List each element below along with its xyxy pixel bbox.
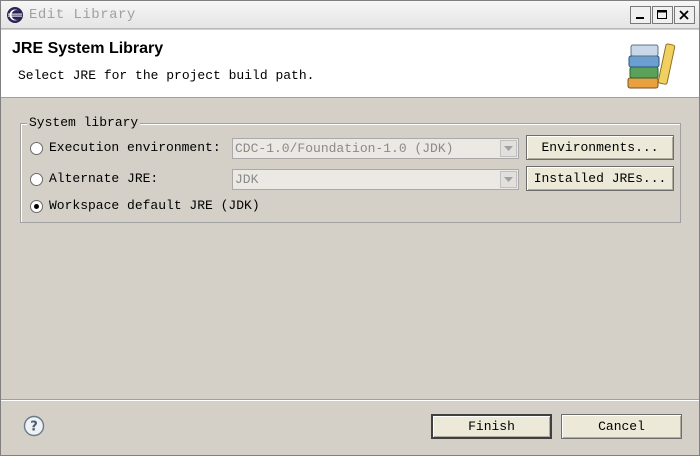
minimize-button[interactable] [630, 6, 651, 24]
workspace-default-label[interactable]: Workspace default JRE (JDK) [49, 198, 260, 213]
execution-environment-radio[interactable] [30, 142, 43, 155]
alternate-jre-select[interactable]: JDK [232, 169, 519, 190]
execution-environment-select[interactable]: CDC-1.0/Foundation-1.0 (JDK) [232, 138, 519, 159]
title-bar[interactable]: Edit Library [1, 1, 699, 29]
dropdown-arrow-icon [500, 171, 517, 188]
dropdown-arrow-icon [500, 140, 517, 157]
maximize-icon [657, 10, 667, 19]
group-legend: System library [27, 115, 141, 130]
cancel-button[interactable]: Cancel [561, 414, 682, 439]
maximize-button[interactable] [652, 6, 673, 24]
eclipse-icon [7, 7, 23, 23]
minimize-icon [636, 17, 644, 19]
window-title: Edit Library [29, 7, 136, 23]
page-title: JRE System Library [12, 40, 164, 57]
alternate-jre-radio[interactable] [30, 173, 43, 186]
header-banner: JRE System Library Select JRE for the pr… [1, 30, 699, 98]
installed-jres-button[interactable]: Installed JREs... [526, 166, 674, 191]
svg-text:?: ? [30, 420, 38, 435]
environments-button[interactable]: Environments... [526, 135, 674, 160]
page-description: Select JRE for the project build path. [18, 68, 315, 83]
close-icon [679, 10, 689, 20]
edit-library-dialog: Edit Library JRE System Library Select J… [0, 0, 700, 456]
help-icon[interactable]: ? [23, 415, 45, 437]
workspace-default-radio[interactable] [30, 200, 43, 213]
close-button[interactable] [674, 6, 695, 24]
alternate-jre-value: JDK [235, 172, 259, 187]
footer-separator [1, 399, 699, 401]
library-books-icon [627, 43, 676, 89]
alternate-jre-label[interactable]: Alternate JRE: [49, 171, 158, 186]
execution-environment-label[interactable]: Execution environment: [49, 140, 221, 155]
finish-button[interactable]: Finish [431, 414, 552, 439]
execution-environment-value: CDC-1.0/Foundation-1.0 (JDK) [235, 141, 454, 156]
